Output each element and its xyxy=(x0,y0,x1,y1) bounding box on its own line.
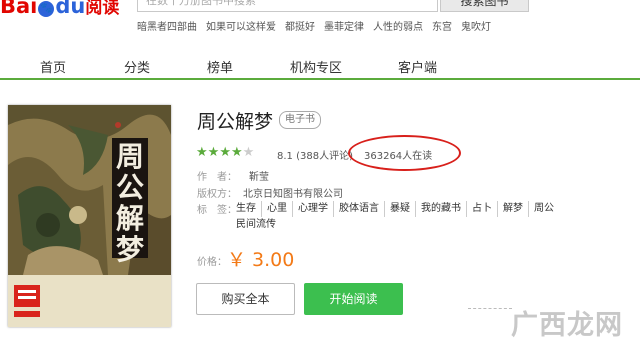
tag-link[interactable]: 胶体语言 xyxy=(333,201,384,217)
buy-full-button[interactable]: 购买全本 xyxy=(196,283,295,315)
publisher-label: 版权方： xyxy=(197,189,237,200)
tag-link[interactable]: 占卜 xyxy=(466,201,497,217)
nav-item-category[interactable]: 分类 xyxy=(124,57,150,76)
book-cover[interactable]: 周公解梦 xyxy=(8,105,171,327)
tag-link[interactable]: 民间流传 xyxy=(236,217,281,233)
hot-word-link[interactable]: 墨菲定律 xyxy=(324,22,364,33)
annotation-circle xyxy=(348,135,461,171)
star-icon: ★ xyxy=(196,145,208,160)
logo-du-text: du xyxy=(55,0,86,18)
watermark-text: 广西龙网 xyxy=(511,310,623,341)
tag-link[interactable]: 解梦 xyxy=(497,201,528,217)
tag-link[interactable]: 心理学 xyxy=(292,201,333,217)
tag-link[interactable]: 我的藏书 xyxy=(415,201,466,217)
price-value: ￥ 3.00 xyxy=(227,249,295,271)
nav-item-client[interactable]: 客户端 xyxy=(398,57,437,76)
baidu-yuedu-logo[interactable]: Bai 🐾 du阅读 xyxy=(0,0,119,20)
author-name[interactable]: 靳莹 xyxy=(249,172,269,183)
ebook-badge: 电子书 xyxy=(279,111,321,129)
nav-item-institution[interactable]: 机构专区 xyxy=(290,57,342,76)
nav-item-ranking[interactable]: 榜单 xyxy=(207,57,233,76)
logo-yuedu-text: 阅读 xyxy=(85,0,120,18)
tags-label: 标 签： xyxy=(197,205,237,216)
author-label: 作 者： xyxy=(197,172,237,183)
top-bar: Bai 🐾 du阅读 在数十万册图书中搜索 搜索图书 暗黑者四部曲 如果可以这样爱 都挺… xyxy=(0,0,640,50)
hot-word-link[interactable]: 东宫 xyxy=(432,22,452,33)
author-row: 作 者： 靳莹 xyxy=(197,168,269,183)
search-input[interactable]: 在数十万册图书中搜索 xyxy=(137,0,438,12)
start-reading-button[interactable]: 开始阅读 xyxy=(304,283,403,315)
cover-title: 周公解梦 xyxy=(112,138,148,265)
search-button[interactable]: 搜索图书 xyxy=(440,0,529,12)
tag-link[interactable]: 暴疑 xyxy=(384,201,415,217)
price-label: 价格： xyxy=(197,257,227,268)
logo-bai-text: Bai xyxy=(0,0,38,18)
star-icon: ★ xyxy=(219,145,231,160)
tag-link[interactable]: 生存 xyxy=(236,201,261,217)
tag-list: 生存 心里 心理学 胶体语言 暴疑 我的藏书 占卜 解梦 周公民间流传 xyxy=(236,201,586,233)
tag-link[interactable]: 心里 xyxy=(261,201,292,217)
rating-summary[interactable]: 8.1 (388人评论) xyxy=(277,147,353,162)
publisher-row: 版权方： 北京日知图书有限公司 xyxy=(197,185,343,200)
hot-word-link[interactable]: 暗黑者四部曲 xyxy=(137,22,197,33)
star-icon: ★ xyxy=(207,145,220,160)
nav-item-home[interactable]: 首页 xyxy=(40,57,66,76)
divider xyxy=(468,308,512,310)
tag-link[interactable]: 周公 xyxy=(528,201,559,217)
hot-word-link[interactable]: 如果可以这样爱 xyxy=(206,22,276,33)
main-nav: 首页 分类 榜单 机构专区 客户端 xyxy=(0,53,640,80)
hot-word-link[interactable]: 都挺好 xyxy=(285,22,315,33)
publisher-name[interactable]: 北京日知图书有限公司 xyxy=(243,189,343,200)
hot-word-link[interactable]: 鬼吹灯 xyxy=(461,22,491,33)
book-title: 周公解梦 xyxy=(197,111,274,133)
paw-icon: 🐾 xyxy=(38,1,55,17)
hot-word-link[interactable]: 人性的弱点 xyxy=(373,22,423,33)
star-empty-icon: ★ xyxy=(242,145,255,160)
publisher-logo-icon xyxy=(14,285,40,317)
star-icon: ★ xyxy=(230,145,243,160)
hot-words: 暗黑者四部曲 如果可以这样爱 都挺好 墨菲定律 人性的弱点 东宫 鬼吹灯 xyxy=(137,18,500,33)
rating-stars: ★★★★★ xyxy=(196,145,254,161)
